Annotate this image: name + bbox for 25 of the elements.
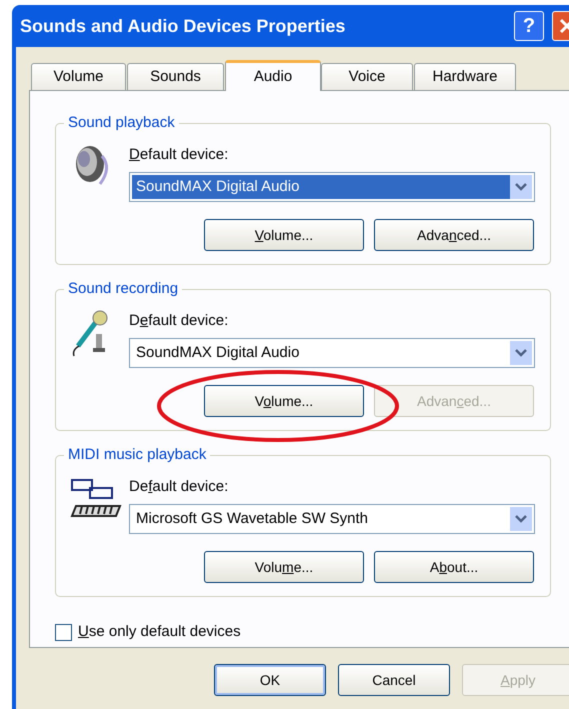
checkbox[interactable]	[55, 624, 72, 641]
group-title: MIDI music playback	[64, 445, 210, 465]
default-devices-checkbox[interactable]: Use only default devices	[55, 621, 241, 644]
tab[interactable]: Sounds	[127, 63, 224, 90]
device-dropdown[interactable]: SoundMAX Digital Audio	[129, 172, 535, 202]
tab[interactable]: Audio	[225, 60, 321, 91]
group-title: Sound recording	[64, 279, 182, 299]
dialog-button[interactable]: Volume...	[204, 385, 364, 417]
dialog-button[interactable]: Volume...	[204, 219, 364, 251]
device-dropdown[interactable]: Microsoft GS Wavetable SW Synth	[129, 504, 535, 534]
device-dropdown[interactable]: SoundMAX Digital Audio	[129, 338, 535, 368]
tab[interactable]: Hardware	[414, 63, 516, 90]
tab[interactable]: Voice	[321, 63, 413, 90]
tab[interactable]: Volume	[31, 63, 126, 90]
dialog-button[interactable]: Cancel	[338, 664, 450, 696]
field-label: Default device:	[129, 477, 228, 497]
help-button[interactable]: ?	[514, 11, 544, 41]
dialog-button[interactable]: Advanced...	[374, 219, 534, 251]
dialog-button[interactable]: OK	[214, 664, 326, 696]
dialog-button[interactable]: Volume...	[204, 551, 364, 583]
field-label: Default device:	[129, 145, 228, 165]
group-title: Sound playback	[64, 113, 179, 133]
dialog-button[interactable]: About...	[374, 551, 534, 583]
window-title: Sounds and Audio Devices Properties	[20, 14, 346, 38]
field-label: Default device:	[129, 311, 228, 331]
